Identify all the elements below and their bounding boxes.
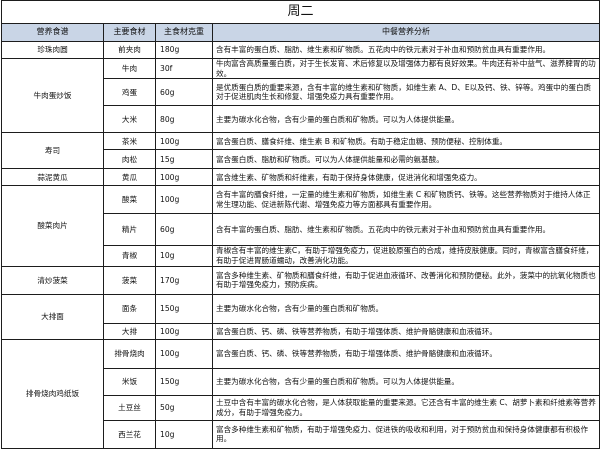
nutrition-analysis: 含有丰富的膳食纤维，一定量的维生素和矿物质，如维生素 C 和矿物质钙、铁等。这些… (211, 185, 600, 215)
ingredient-weight: 60g (155, 213, 213, 247)
nutrition-analysis: 含有丰富的蛋白质、脂肪、维生素和矿物质。五花肉中的铁元素对于补血和预防贫血具有重… (211, 213, 600, 247)
nutrition-analysis: 主要为碳水化合物，含有少量的蛋白质和矿物质。 (211, 293, 600, 324)
ingredient-name: 前夹肉 (103, 41, 156, 59)
ingredient-weight: 10g (155, 245, 213, 267)
ingredient-name: 精片 (103, 213, 156, 247)
nutrition-analysis: 富含蛋白质、钙、磷、铁等营养物质，有助于增强体质、维护骨骼健康和血液循环。 (211, 322, 600, 340)
ingredient-weight: 60g (155, 78, 213, 107)
ingredient-weight: 170g (155, 265, 213, 295)
header-row: 营养食谱 主要食材 主食材克重 中餐营养分析 (1, 23, 600, 42)
table-row: 酸菜肉片 酸菜 100g 含有丰富的膳食纤维，一定量的维生素和矿物质，如维生素 C 和… (1, 185, 600, 267)
ingredient-name: 肉松 (103, 149, 156, 170)
ingredient-weight: 80g (155, 105, 213, 134)
dish-name: 清炒菠菜 (1, 265, 104, 295)
nutrition-analysis: 富含多种维生素和矿物质，有助于增强免疫力、促进铁的吸收和利用，对于预防贫血和保持… (211, 419, 600, 449)
header-weight: 主食材克重 (155, 23, 213, 42)
table-body: 珍珠肉圆 前夹肉 180g 含有丰富的蛋白质、脂肪、维生素和矿物质。五花肉中的铁元素对… (1, 41, 600, 449)
nutrition-analysis: 富含蛋白质、钙、磷、铁等营养物质，有助于增强体质、维护骨骼健康和血液循环。 (211, 338, 600, 369)
dish-name: 珍珠肉圆 (1, 41, 104, 59)
table-row: 排骨烧肉鸡纸饭 排骨烧肉 100g 富含蛋白质、钙、磷、铁等营养物质，有助于增强体质、… (1, 338, 600, 449)
ingredient-name: 牛肉 (103, 57, 156, 80)
ingredient-name: 大排 (103, 322, 156, 340)
ingredient-name: 青椒 (103, 245, 156, 267)
ingredient-weight: 100g (155, 338, 213, 369)
ingredient-name: 酸菜 (103, 185, 156, 215)
ingredient-name: 黄瓜 (103, 168, 156, 187)
header-recipe: 营养食谱 (1, 23, 104, 42)
ingredient-weight: 150g (155, 293, 213, 324)
nutrition-analysis: 富含蛋白质、膳食纤维、维生素 B 和矿物质。有助于稳定血糖、预防便秘、控制体重。 (211, 132, 600, 151)
table-row: 珍珠肉圆 前夹肉 180g 含有丰富的蛋白质、脂肪、维生素和矿物质。五花肉中的铁元素对… (1, 41, 600, 59)
dish-name: 蒜泥黄瓜 (1, 168, 104, 187)
ingredient-name: 面条 (103, 293, 156, 324)
dish-name: 寿司 (1, 132, 104, 170)
ingredient-weight: 100g (155, 185, 213, 215)
nutrition-analysis: 土豆中含有丰富的碳水化合物，是人体获取能量的重要来源。它还含有丰富的维生素 C、… (211, 394, 600, 421)
nutrition-analysis: 富含蛋白质、脂肪和矿物质。可以为人体提供能量和必需的氨基酸。 (211, 149, 600, 170)
ingredient-name: 菠菜 (103, 265, 156, 295)
table-row: 大排面 面条 150g 主要为碳水化合物，含有少量的蛋白质和矿物质。 (1, 293, 600, 340)
ingredient-name: 米饭 (103, 367, 156, 396)
nutrition-analysis: 主要为碳水化合物，含有少量的蛋白质和矿物质。可以为人体提供能量。 (211, 367, 600, 396)
table-row: 牛肉蛋炒饭 牛肉 30f 牛肉富含高质量蛋白质，对于生长发育、术后修复以及增强体力都有… (1, 57, 600, 134)
nutrition-analysis: 含有丰富的蛋白质、脂肪、维生素和矿物质。五花肉中的铁元素对于补血和预防贫血具有重… (211, 41, 600, 59)
dish-name: 牛肉蛋炒饭 (1, 57, 104, 134)
ingredient-weight: 100g (155, 132, 213, 151)
ingredient-weight: 100g (155, 322, 213, 340)
title-row: 周二 (0, 0, 600, 24)
ingredient-name: 排骨烧肉 (103, 338, 156, 369)
ingredient-name: 土豆丝 (103, 394, 156, 421)
dish-name: 酸菜肉片 (1, 185, 104, 267)
nutrition-analysis: 是优质蛋白质的重要来源，含有丰富的维生素和矿物质，如维生素 A、D、E以及钙、铁… (211, 78, 600, 107)
ingredient-weight: 50g (155, 394, 213, 421)
nutrition-analysis: 青椒含有丰富的维生素C，有助于增强免疫力，促进胶原蛋白的合成，维持皮肤健康。同时… (211, 245, 600, 267)
ingredient-weight: 30f (155, 57, 213, 80)
dish-name: 大排面 (1, 293, 104, 340)
table-row: 寿司 茶米 100g 富含蛋白质、膳食纤维、维生素 B 和矿物质。有助于稳定血糖、预防… (1, 132, 600, 170)
ingredient-name: 鸡蛋 (103, 78, 156, 107)
ingredient-name: 大米 (103, 105, 156, 134)
nutrition-table: 周二 营养食谱 主要食材 主食材克重 中餐营养分析 珍珠肉圆 前夹肉 180g 含有丰… (0, 0, 600, 449)
ingredient-name: 西兰花 (103, 419, 156, 449)
table-title: 周二 (0, 0, 600, 24)
nutrition-analysis: 富含多种维生素、矿物质和膳食纤维，有助于促进血液循环、改善消化和预防便秘。此外，… (211, 265, 600, 295)
dish-name: 排骨烧肉鸡纸饭 (1, 338, 104, 449)
header-analysis: 中餐营养分析 (211, 23, 600, 42)
nutrition-analysis: 富含维生素、矿物质和纤维素，有助于保持身体健康，促进消化和增强免疫力。 (211, 168, 600, 187)
ingredient-weight: 100g (155, 168, 213, 187)
ingredient-weight: 15g (155, 149, 213, 170)
table-row: 蒜泥黄瓜 黄瓜 100g 富含维生素、矿物质和纤维素，有助于保持身体健康，促进消化和增… (1, 168, 600, 187)
header-ingredient: 主要食材 (103, 23, 156, 42)
ingredient-weight: 150g (155, 367, 213, 396)
ingredient-weight: 10g (155, 419, 213, 449)
ingredient-weight: 180g (155, 41, 213, 59)
menu-page: 周二 营养食谱 主要食材 主食材克重 中餐营养分析 珍珠肉圆 前夹肉 180g 含有丰… (0, 0, 600, 468)
ingredient-name: 茶米 (103, 132, 156, 151)
nutrition-analysis: 牛肉富含高质量蛋白质，对于生长发育、术后修复以及增强体力都有良好效果。牛肉还有补… (211, 57, 600, 80)
nutrition-analysis: 主要为碳水化合物，含有少量的蛋白质和矿物质。可以为人体提供能量。 (211, 105, 600, 134)
table-row: 清炒菠菜 菠菜 170g 富含多种维生素、矿物质和膳食纤维，有助于促进血液循环、改善消… (1, 265, 600, 295)
